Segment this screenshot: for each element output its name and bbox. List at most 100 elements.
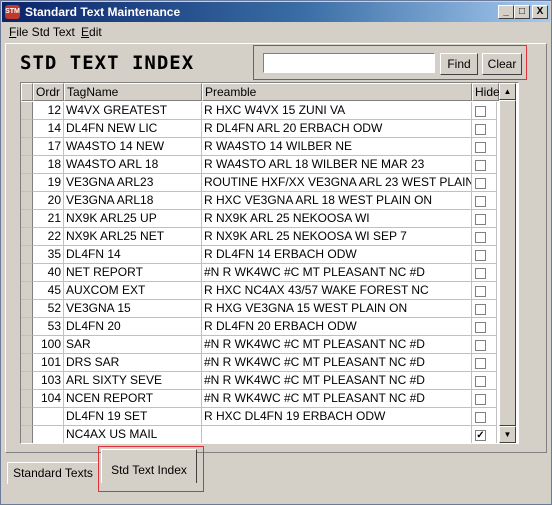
table-row[interactable]: 53 DL4FN 20 R DL4FN 20 ERBACH ODW xyxy=(21,318,497,336)
cell-ordr[interactable] xyxy=(33,408,64,426)
cell-preamble[interactable]: R DL4FN ARL 20 ERBACH ODW xyxy=(202,120,472,138)
hide-checkbox[interactable] xyxy=(475,160,486,171)
menu-edit[interactable]: Edit xyxy=(81,25,102,39)
cell-ordr[interactable]: 22 xyxy=(33,228,64,246)
cell-ordr[interactable]: 12 xyxy=(33,102,64,120)
table-row[interactable]: NC4AX US MAIL ✓ xyxy=(21,426,497,443)
row-header[interactable] xyxy=(21,192,33,210)
row-header[interactable] xyxy=(21,318,33,336)
cell-ordr[interactable]: 45 xyxy=(33,282,64,300)
table-row[interactable]: 20 VE3GNA ARL18 R HXC VE3GNA ARL 18 WEST P… xyxy=(21,192,497,210)
hide-checkbox[interactable] xyxy=(475,124,486,135)
cell-tagname[interactable]: DL4FN 19 SET xyxy=(64,408,202,426)
vertical-scrollbar[interactable]: ▲ ▼ xyxy=(499,83,516,443)
row-header[interactable] xyxy=(21,390,33,408)
row-header[interactable] xyxy=(21,372,33,390)
tab-std-text-index[interactable]: Std Text Index xyxy=(101,449,197,483)
row-header[interactable] xyxy=(21,102,33,120)
row-header[interactable] xyxy=(21,138,33,156)
cell-tagname[interactable]: DL4FN NEW LIC xyxy=(64,120,202,138)
table-row[interactable]: 45 AUXCOM EXT R HXC NC4AX 43/57 WAKE FORES… xyxy=(21,282,497,300)
scroll-down-icon[interactable]: ▼ xyxy=(499,426,516,443)
table-row[interactable]: 100 SAR #N R WK4WC #C MT PLEASANT NC #D xyxy=(21,336,497,354)
hide-checkbox[interactable] xyxy=(475,214,486,225)
table-row[interactable]: 21 NX9K ARL25 UP R NX9K ARL 25 NEKOOSA WI xyxy=(21,210,497,228)
cell-tagname[interactable]: SAR xyxy=(64,336,202,354)
table-row[interactable]: 18 WA4STO ARL 18 R WA4STO ARL 18 WILBER NE… xyxy=(21,156,497,174)
cell-ordr[interactable]: 19 xyxy=(33,174,64,192)
cell-preamble[interactable]: #N R WK4WC #C MT PLEASANT NC #D xyxy=(202,390,472,408)
cell-preamble[interactable] xyxy=(202,426,472,443)
cell-tagname[interactable]: NC4AX US MAIL xyxy=(64,426,202,443)
hide-checkbox[interactable] xyxy=(475,142,486,153)
cell-preamble[interactable]: R DL4FN 14 ERBACH ODW xyxy=(202,246,472,264)
cell-preamble[interactable]: R HXG VE3GNA 15 WEST PLAIN ON xyxy=(202,300,472,318)
hide-checkbox[interactable] xyxy=(475,106,486,117)
table-row[interactable]: 14 DL4FN NEW LIC R DL4FN ARL 20 ERBACH ODW xyxy=(21,120,497,138)
row-header[interactable] xyxy=(21,426,33,443)
table-row[interactable]: 17 WA4STO 14 NEW R WA4STO 14 WILBER NE xyxy=(21,138,497,156)
cell-tagname[interactable]: NX9K ARL25 NET xyxy=(64,228,202,246)
cell-preamble[interactable]: R HXC NC4AX 43/57 WAKE FOREST NC xyxy=(202,282,472,300)
hide-checkbox[interactable] xyxy=(475,196,486,207)
cell-tagname[interactable]: NCEN REPORT xyxy=(64,390,202,408)
title-bar[interactable]: STM Standard Text Maintenance _ □ X xyxy=(2,2,550,22)
hide-checkbox[interactable] xyxy=(475,268,486,279)
cell-preamble[interactable]: ROUTINE HXF/XX VE3GNA ARL 23 WEST PLAIN xyxy=(202,174,472,192)
cell-ordr[interactable]: 103 xyxy=(33,372,64,390)
cell-preamble[interactable]: #N R WK4WC #C MT PLEASANT NC #D xyxy=(202,336,472,354)
hide-checkbox[interactable] xyxy=(475,358,486,369)
row-header[interactable] xyxy=(21,408,33,426)
cell-tagname[interactable]: WA4STO ARL 18 xyxy=(64,156,202,174)
hide-checkbox[interactable] xyxy=(475,394,486,405)
menu-file-std-text[interactable]: File Std Text xyxy=(9,25,75,39)
hide-checkbox[interactable] xyxy=(475,232,486,243)
cell-preamble[interactable]: R NX9K ARL 25 NEKOOSA WI xyxy=(202,210,472,228)
table-row[interactable]: 103 ARL SIXTY SEVE #N R WK4WC #C MT PLEASA… xyxy=(21,372,497,390)
cell-ordr[interactable]: 53 xyxy=(33,318,64,336)
hide-checkbox[interactable] xyxy=(475,178,486,189)
cell-ordr[interactable]: 18 xyxy=(33,156,64,174)
tab-standard-texts[interactable]: Standard Texts xyxy=(7,462,99,484)
cell-ordr[interactable] xyxy=(33,426,64,443)
table-row[interactable]: DL4FN 19 SET R HXC DL4FN 19 ERBACH ODW xyxy=(21,408,497,426)
cell-ordr[interactable]: 104 xyxy=(33,390,64,408)
cell-tagname[interactable]: W4VX GREATEST xyxy=(64,102,202,120)
column-header-ordr[interactable]: Ordr xyxy=(33,83,64,101)
cell-tagname[interactable]: VE3GNA 15 xyxy=(64,300,202,318)
row-header[interactable] xyxy=(21,120,33,138)
cell-ordr[interactable]: 21 xyxy=(33,210,64,228)
cell-tagname[interactable]: AUXCOM EXT xyxy=(64,282,202,300)
row-header[interactable] xyxy=(21,282,33,300)
column-header-hide[interactable]: Hide xyxy=(472,83,500,101)
row-header[interactable] xyxy=(21,228,33,246)
cell-tagname[interactable]: VE3GNA ARL23 xyxy=(64,174,202,192)
cell-ordr[interactable]: 101 xyxy=(33,354,64,372)
row-header[interactable] xyxy=(21,156,33,174)
cell-tagname[interactable]: NX9K ARL25 UP xyxy=(64,210,202,228)
cell-preamble[interactable]: R DL4FN 20 ERBACH ODW xyxy=(202,318,472,336)
cell-tagname[interactable]: DL4FN 14 xyxy=(64,246,202,264)
close-button[interactable]: X xyxy=(532,5,548,19)
search-input[interactable] xyxy=(263,53,435,73)
row-header[interactable] xyxy=(21,210,33,228)
scroll-up-icon[interactable]: ▲ xyxy=(499,83,516,100)
cell-preamble[interactable]: R HXC W4VX 15 ZUNI VA xyxy=(202,102,472,120)
row-header[interactable] xyxy=(21,300,33,318)
table-row[interactable]: 12 W4VX GREATEST R HXC W4VX 15 ZUNI VA xyxy=(21,102,497,120)
row-header[interactable] xyxy=(21,336,33,354)
clear-button[interactable]: Clear xyxy=(482,53,522,75)
cell-ordr[interactable]: 100 xyxy=(33,336,64,354)
cell-preamble[interactable]: #N R WK4WC #C MT PLEASANT NC #D xyxy=(202,372,472,390)
column-header-tagname[interactable]: TagName xyxy=(64,83,202,101)
hide-checkbox[interactable]: ✓ xyxy=(475,430,486,441)
cell-tagname[interactable]: DL4FN 20 xyxy=(64,318,202,336)
table-row[interactable]: 104 NCEN REPORT #N R WK4WC #C MT PLEASANT … xyxy=(21,390,497,408)
cell-tagname[interactable]: WA4STO 14 NEW xyxy=(64,138,202,156)
row-header[interactable] xyxy=(21,174,33,192)
cell-ordr[interactable]: 17 xyxy=(33,138,64,156)
hide-checkbox[interactable] xyxy=(475,322,486,333)
cell-preamble[interactable]: R HXC DL4FN 19 ERBACH ODW xyxy=(202,408,472,426)
table-row[interactable]: 101 DRS SAR #N R WK4WC #C MT PLEASANT NC #… xyxy=(21,354,497,372)
hide-checkbox[interactable] xyxy=(475,286,486,297)
